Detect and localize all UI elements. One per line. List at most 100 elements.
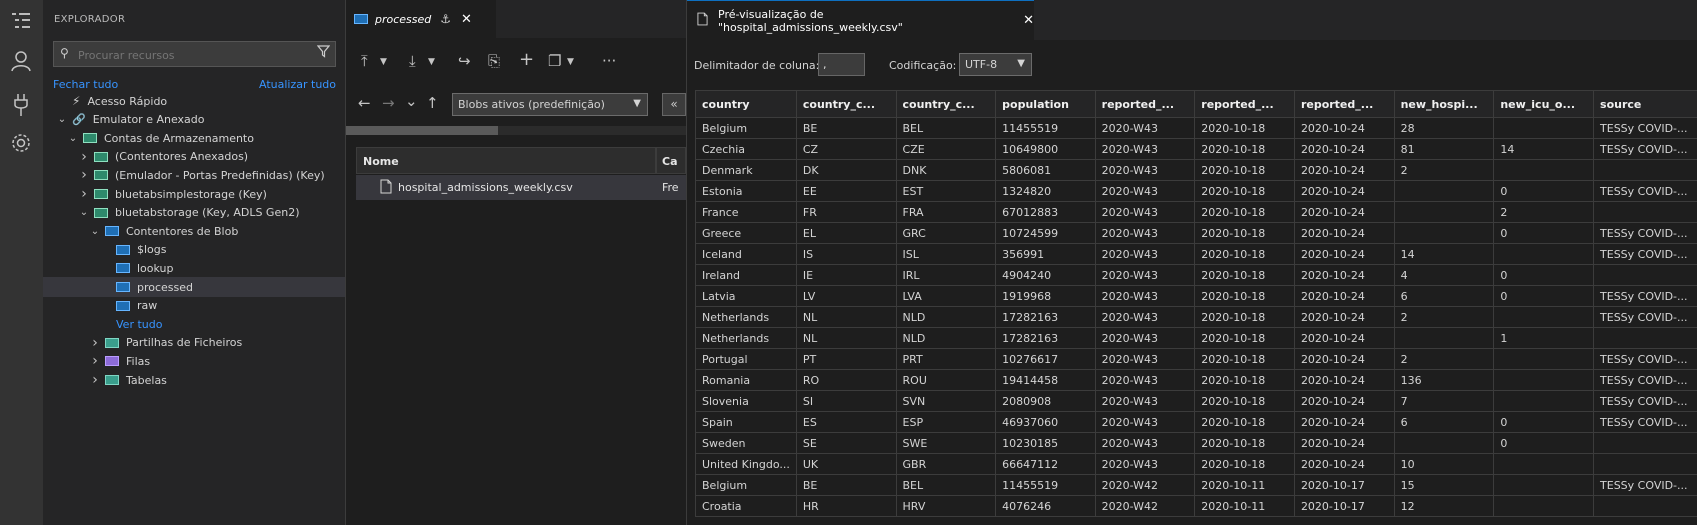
column-header[interactable]: country_c... [895,90,997,118]
view-all-link[interactable]: Ver tudo [43,314,345,334]
blob-container-icon [354,14,368,24]
column-header[interactable]: country_c... [795,90,897,118]
table-row[interactable]: Estonia EE EST 1324820 2020-W43 2020-10-18 202… [695,180,1697,202]
table-row[interactable]: Spain ES ESP 46937060 2020-W43 2020-10-18 2020… [695,411,1697,433]
tree-item[interactable]: ⌄ Contas de Armazenamento [43,128,345,148]
table-row[interactable]: Croatia HR HRV 4076246 2020-W42 2020-10-11 202… [695,495,1697,517]
table-row[interactable]: Portugal PT PRT 10276617 2020-W43 2020-10-18 2… [695,348,1697,370]
open-icon[interactable]: ↪ [458,52,471,70]
tree-item[interactable]: ⌄ 🔗 Emulator e Anexado [43,110,345,130]
chevron-right-icon[interactable]: › [89,335,101,351]
tree-item[interactable]: › bluetabsimplestorage (Key) [43,184,345,204]
chevron-down-icon[interactable]: ▼ [380,57,387,67]
pin-icon[interactable]: ⚓ [440,12,451,26]
chevron-right-icon[interactable]: › [78,167,90,183]
table-cell: HR [795,495,897,517]
tree-item[interactable]: lookup [43,258,345,278]
tab-processed[interactable]: processed ⚓ ✕ [346,0,496,38]
gear-icon[interactable] [8,130,34,156]
clone-icon[interactable]: ❐ [548,52,561,70]
storage-account-icon [94,207,108,218]
filter-icon[interactable] [316,45,331,62]
more-icon[interactable]: ··· [602,52,616,70]
upload-icon[interactable]: ⤒ [361,52,368,70]
back-icon[interactable]: ← [358,94,371,112]
table-row[interactable]: Ireland IE IRL 4904240 2020-W43 2020-10-18 202… [695,264,1697,286]
column-header[interactable]: country [695,90,797,118]
download-icon[interactable]: ⤓ [409,52,416,70]
plug-icon[interactable] [8,92,34,118]
column-header[interactable]: new_icu_o... [1493,90,1595,118]
table-row[interactable]: Greece EL GRC 10724599 2020-W43 2020-10-18 202… [695,222,1697,244]
table-row[interactable]: Romania RO ROU 19414458 2020-W43 2020-10-18 20… [695,369,1697,391]
table-cell: 2020-10-18 [1194,201,1295,223]
tree-item[interactable]: › (Emulador - Portas Predefinidas) (Key) [43,165,345,185]
table-row[interactable]: Denmark DK DNK 5806081 2020-W43 2020-10-18 202… [695,159,1697,181]
account-icon[interactable] [8,48,34,74]
table-row[interactable]: Belgium BE BEL 11455519 2020-W43 2020-10-18 20… [695,117,1697,139]
chevron-right-icon[interactable]: › [89,353,101,369]
view-select[interactable]: Blobs ativos (predefinição) ▼ [452,93,648,116]
collapse-all-link[interactable]: Fechar tudo [53,78,118,91]
chevron-down-icon[interactable]: ⌄ [405,92,418,110]
forward-icon[interactable]: → [382,94,395,112]
chevron-right-icon[interactable]: › [78,149,90,165]
tree-item[interactable]: › Tabelas [43,370,345,390]
collapse-panel-button[interactable]: « [662,93,686,116]
explorer-icon[interactable] [8,8,34,34]
tree-item[interactable]: › Partilhas de Ficheiros [43,333,345,353]
table-row[interactable]: Czechia CZ CZE 10649800 2020-W43 2020-10-18 20… [695,138,1697,160]
column-header[interactable]: population [995,90,1096,118]
table-row[interactable]: Iceland IS ISL 356991 2020-W43 2020-10-18 2020… [695,243,1697,265]
column-header-name[interactable]: Nome [356,147,656,174]
tree-item[interactable]: processed [43,277,345,297]
file-row[interactable]: hospital_admissions_weekly.csv Fre [356,175,686,200]
close-icon[interactable]: ✕ [461,12,472,27]
tree-item[interactable]: $logs [43,240,345,260]
close-icon[interactable]: ✕ [1023,13,1034,28]
chevron-down-icon[interactable]: ⌄ [56,114,68,125]
chevron-down-icon[interactable]: ▼ [567,57,574,67]
table-cell: FR [795,201,897,223]
chevron-right-icon[interactable]: › [78,186,90,202]
tree-item[interactable]: › Filas [43,351,345,371]
tree-item[interactable]: raw [43,296,345,316]
column-header[interactable]: reported_... [1194,90,1295,118]
table-row[interactable]: Slovenia SI SVN 2080908 2020-W43 2020-10-18 20… [695,390,1697,412]
chevron-down-icon[interactable]: ▼ [428,57,435,67]
table-row[interactable]: Latvia LV LVA 1919968 2020-W43 2020-10-18 2020… [695,285,1697,307]
column-header[interactable]: reported_... [1094,90,1196,118]
table-row[interactable]: Netherlands NL NLD 17282163 2020-W43 2020-10-… [695,306,1697,328]
chevron-down-icon[interactable]: ⌄ [89,226,101,237]
column-header[interactable]: source [1593,90,1697,118]
delimiter-input[interactable]: , [818,53,865,76]
table-row[interactable]: Belgium BE BEL 11455519 2020-W42 2020-10-11 20… [695,474,1697,496]
column-header[interactable]: new_hospi... [1393,90,1495,118]
new-folder-icon[interactable]: + [519,49,534,70]
copy-url-icon[interactable]: ⎘ [488,52,500,70]
scrollbar-thumb[interactable] [346,126,498,135]
table-row[interactable]: France FR FRA 67012883 2020-W43 2020-10-18 202… [695,201,1697,223]
tree-item[interactable]: ⚡ Acesso Rápido [43,91,345,111]
encoding-select[interactable]: UTF-8 ▼ [959,53,1032,76]
table-cell: 19414458 [995,369,1096,391]
column-header[interactable]: reported_... [1293,90,1395,118]
tree-item[interactable]: ⌄ bluetabstorage (Key, ADLS Gen2) [43,203,345,223]
table-row[interactable]: Netherlands NL NLD 17282163 2020-W43 2020-10-… [695,327,1697,349]
table-cell: 2020-10-24 [1293,390,1395,412]
table-row[interactable]: Sweden SE SWE 10230185 2020-W43 2020-10-18 202… [695,432,1697,454]
search-input[interactable] [76,44,310,66]
tab-preview[interactable]: Pré-visualização de "hospital_admissions… [687,0,1034,40]
chevron-right-icon[interactable]: › [89,372,101,388]
refresh-all-link[interactable]: Atualizar tudo [259,78,336,91]
table-row[interactable]: United Kingdo... UK GBR 66647112 2020-W43 202… [695,453,1697,475]
tree-item[interactable]: ⌄ Contentores de Blob [43,221,345,241]
column-header-ca[interactable]: Ca [656,147,686,174]
up-icon[interactable]: ↑ [426,94,439,112]
search-box[interactable]: ⚲ [53,41,336,67]
chevron-down-icon[interactable]: ⌄ [67,133,79,144]
chevron-down-icon[interactable]: ⌄ [78,207,90,218]
table-cell [1393,180,1495,202]
tree-item[interactable]: › (Contentores Anexados) [43,147,345,167]
queue-icon [105,356,119,367]
